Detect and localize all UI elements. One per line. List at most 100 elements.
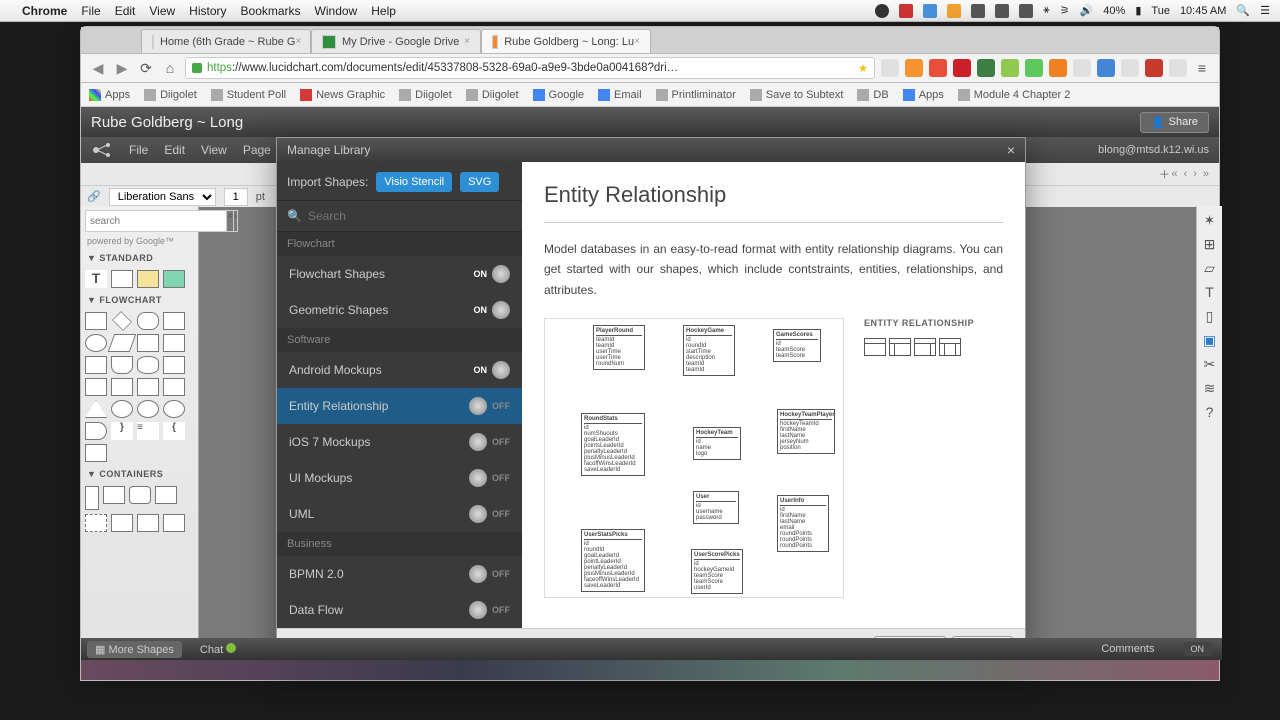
er-shape[interactable] xyxy=(864,338,886,356)
last-page-icon[interactable]: » xyxy=(1203,168,1209,180)
library-toggle[interactable]: OFF xyxy=(469,601,510,619)
status-icon[interactable] xyxy=(1019,4,1033,18)
shape[interactable] xyxy=(111,356,133,374)
library-toggle[interactable]: ON xyxy=(474,265,511,283)
bookmark-item[interactable]: DB xyxy=(857,89,888,101)
add-page-button[interactable]: ＋ xyxy=(1157,167,1171,181)
extension-icon[interactable] xyxy=(929,59,947,77)
bookmark-item[interactable]: Google xyxy=(533,89,584,101)
shape[interactable] xyxy=(85,444,107,462)
extension-icon[interactable] xyxy=(977,59,995,77)
shape[interactable] xyxy=(129,486,151,504)
extension-icon[interactable] xyxy=(1169,59,1187,77)
import-svg-button[interactable]: SVG xyxy=(460,172,499,192)
bookmark-item[interactable]: Diigolet xyxy=(466,89,519,101)
reload-button[interactable]: ⟳ xyxy=(137,60,155,77)
extension-icon[interactable] xyxy=(905,59,923,77)
next-page-icon[interactable]: › xyxy=(1193,168,1197,180)
comments-button[interactable]: Comments xyxy=(1101,643,1154,655)
shape[interactable] xyxy=(85,356,107,374)
library-toggle[interactable]: OFF xyxy=(469,469,510,487)
help-icon[interactable]: ? xyxy=(1201,404,1219,422)
library-item[interactable]: iOS 7 MockupsOFF xyxy=(277,424,522,460)
shape[interactable] xyxy=(85,422,107,440)
shape-search-input[interactable] xyxy=(85,210,227,232)
category-header[interactable]: ▼ STANDARD xyxy=(81,250,198,266)
star-icon[interactable]: ★ xyxy=(858,61,868,75)
app-menu-file[interactable]: File xyxy=(129,143,148,157)
er-shape[interactable] xyxy=(939,338,961,356)
shape[interactable] xyxy=(111,514,133,532)
status-icon[interactable] xyxy=(923,4,937,18)
library-toggle[interactable]: OFF xyxy=(469,565,510,583)
menu-edit[interactable]: Edit xyxy=(115,4,136,18)
browser-tab[interactable]: My Drive - Google Drive× xyxy=(311,29,481,53)
bookmark-item[interactable]: Diigolet xyxy=(399,89,452,101)
block-shape[interactable] xyxy=(163,270,185,288)
menu-file[interactable]: File xyxy=(81,4,100,18)
text-shape[interactable]: T xyxy=(85,270,107,288)
shape[interactable] xyxy=(137,400,159,418)
shape[interactable] xyxy=(111,378,133,396)
shape[interactable] xyxy=(163,312,185,330)
app-menu-edit[interactable]: Edit xyxy=(164,143,185,157)
category-header[interactable]: ▼ CONTAINERS xyxy=(81,466,198,482)
library-item[interactable]: UI MockupsOFF xyxy=(277,460,522,496)
library-item[interactable]: Geometric ShapesON xyxy=(277,292,522,328)
align-icon[interactable]: ▱ xyxy=(1201,260,1219,278)
shape[interactable] xyxy=(137,514,159,532)
prev-page-icon[interactable]: ‹ xyxy=(1184,168,1188,180)
bookmark-item[interactable]: Printliminator xyxy=(656,89,736,101)
note-shape[interactable] xyxy=(137,270,159,288)
home-button[interactable]: ⌂ xyxy=(161,60,179,76)
shape[interactable]: { xyxy=(163,422,185,440)
app-logo-icon[interactable] xyxy=(91,139,113,161)
crop-icon[interactable]: ✂ xyxy=(1201,356,1219,374)
extension-icon[interactable] xyxy=(1073,59,1091,77)
bookmark-item[interactable]: News Graphic xyxy=(300,89,385,101)
library-item[interactable]: Flowchart ShapesON xyxy=(277,256,522,292)
user-email[interactable]: blong@mtsd.k12.wi.us xyxy=(1098,144,1209,156)
extension-icon[interactable] xyxy=(1001,59,1019,77)
font-select[interactable]: Liberation Sans xyxy=(109,188,216,206)
extension-icon[interactable] xyxy=(1121,59,1139,77)
tab-close-icon[interactable]: × xyxy=(634,36,640,47)
layers-icon[interactable]: ≋ xyxy=(1201,380,1219,398)
library-item[interactable]: Entity RelationshipOFF xyxy=(277,388,522,424)
status-icon[interactable] xyxy=(971,4,985,18)
text-tool-icon[interactable]: T xyxy=(1201,284,1219,302)
library-section-header[interactable]: Software xyxy=(277,328,522,352)
forward-button[interactable]: ▶ xyxy=(113,60,131,77)
on-toggle[interactable]: ON xyxy=(1183,642,1213,656)
extension-icon[interactable] xyxy=(1097,59,1115,77)
tab-close-icon[interactable]: × xyxy=(295,36,301,47)
menu-window[interactable]: Window xyxy=(315,4,358,18)
bookmark-item[interactable]: Student Poll xyxy=(211,89,286,101)
more-shapes-button[interactable]: ▦ More Shapes xyxy=(87,641,182,658)
shape[interactable] xyxy=(163,356,185,374)
battery-icon[interactable]: ▮ xyxy=(1135,4,1141,17)
shape[interactable] xyxy=(85,334,107,352)
shape[interactable] xyxy=(85,514,107,532)
menu-help[interactable]: Help xyxy=(371,4,396,18)
status-icon[interactable] xyxy=(899,4,913,18)
shape[interactable] xyxy=(137,356,159,374)
library-toggle[interactable]: OFF xyxy=(469,505,510,523)
chrome-menu-icon[interactable]: ≡ xyxy=(1193,60,1211,76)
status-icon[interactable] xyxy=(995,4,1009,18)
library-section-header[interactable]: Flowchart xyxy=(277,232,522,256)
bookmark-item[interactable]: Save to Subtext xyxy=(750,89,844,101)
category-header[interactable]: ▼ FLOWCHART xyxy=(81,292,198,308)
bookmark-item[interactable]: Apps xyxy=(903,89,944,101)
library-toggle[interactable]: ON xyxy=(474,301,511,319)
clear-search-icon[interactable]: × xyxy=(227,210,234,232)
library-item[interactable]: UMLOFF xyxy=(277,496,522,532)
browser-tab[interactable]: Home (6th Grade ~ Rube G× xyxy=(141,29,311,53)
menu-icon[interactable]: ☰ xyxy=(1260,4,1270,17)
size-input[interactable] xyxy=(224,188,248,206)
bookmark-item[interactable]: Diigolet xyxy=(144,89,197,101)
chat-button[interactable]: Chat xyxy=(200,643,236,656)
library-search-input[interactable] xyxy=(308,209,512,223)
shape[interactable] xyxy=(85,378,107,396)
target-icon[interactable]: ✶ xyxy=(1201,212,1219,230)
